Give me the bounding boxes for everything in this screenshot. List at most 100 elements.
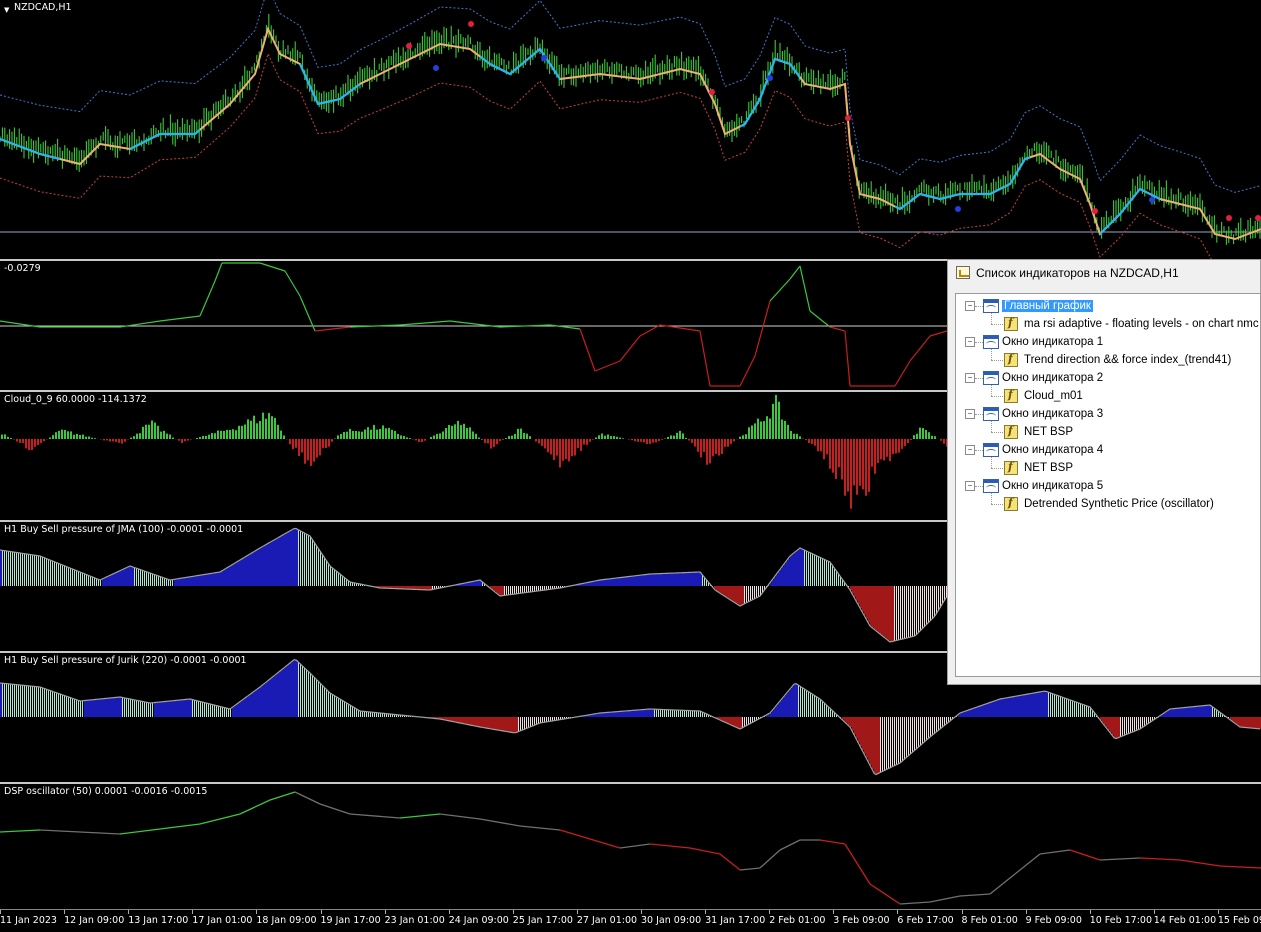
pressure-bar xyxy=(132,567,134,586)
pressure-bar xyxy=(26,686,27,717)
collapse-toggle-icon[interactable]: − xyxy=(965,409,975,419)
tree-indicator-item[interactable]: Cloud_m01 xyxy=(1024,387,1083,405)
pressure-bar xyxy=(828,561,829,586)
collapse-toggle-icon[interactable]: − xyxy=(965,301,975,311)
pressure-bar xyxy=(974,708,976,717)
pressure-bar xyxy=(98,579,99,586)
pressure-bar xyxy=(914,586,915,636)
pressure-bar xyxy=(16,552,17,586)
sell-signal-dot xyxy=(709,89,715,95)
tree-group-indicator-window-5[interactable]: Окно индикатора 5 xyxy=(1002,477,1103,495)
pressure-bar xyxy=(58,693,59,717)
time-axis-tick xyxy=(1218,910,1219,914)
pressure-bar xyxy=(652,574,654,586)
cloud-bar xyxy=(85,437,87,439)
pressure-bar xyxy=(870,717,872,765)
cloud-bar xyxy=(634,439,636,441)
pressure-bar xyxy=(650,574,652,586)
tree-indicator-item[interactable]: Detrended Synthetic Price (oscillator) xyxy=(1024,495,1214,513)
pressure-bar xyxy=(622,577,624,586)
cloud-bar xyxy=(37,439,39,445)
pressure-bar xyxy=(166,701,168,717)
pressure-bar xyxy=(934,586,935,617)
pressure-bar xyxy=(942,717,943,727)
pressure-bar xyxy=(74,570,75,586)
pressure-bar xyxy=(658,709,659,717)
pressure-bar xyxy=(60,564,61,586)
pressure-bar xyxy=(630,711,632,717)
pressure-bar xyxy=(1168,710,1170,717)
dsp-oscillator-canvas[interactable] xyxy=(0,784,1261,909)
cloud-bar xyxy=(94,438,96,439)
tree-group-indicator-window-3[interactable]: Окно индикатора 3 xyxy=(1002,405,1103,423)
pressure-bar xyxy=(520,717,521,731)
cloud-bar xyxy=(577,439,579,448)
pressure-bar xyxy=(120,571,122,586)
pressure-bar xyxy=(38,556,39,586)
cloud-bar xyxy=(322,439,324,448)
pressure-bar xyxy=(288,665,290,717)
cloud-bar xyxy=(826,439,828,454)
trend-force-segment xyxy=(400,321,450,325)
pressure-bar xyxy=(990,703,992,718)
pressure-bar xyxy=(632,710,634,717)
collapse-toggle-icon[interactable]: − xyxy=(965,481,975,491)
pressure-bar xyxy=(642,710,644,717)
cloud-bar xyxy=(337,435,339,439)
cloud-bar xyxy=(76,434,78,439)
tree-indicator-item[interactable]: ma rsi adaptive - floating levels - on c… xyxy=(1024,315,1261,333)
price-chart-canvas[interactable] xyxy=(0,0,1261,259)
cloud-bar xyxy=(79,435,81,439)
pressure-bar xyxy=(92,700,94,717)
pressure-bar xyxy=(684,710,685,717)
indicator-tree[interactable]: − Главный графикma rsi adaptive - floatin… xyxy=(955,293,1261,677)
indicator-list-window[interactable]: Список индикаторов на NZDCAD,H1 − Главный… xyxy=(947,259,1261,685)
pressure-bar xyxy=(138,701,139,717)
tree-group-indicator-window-1[interactable]: Окно индикатора 1 xyxy=(1002,333,1103,351)
pressure-bar xyxy=(140,570,141,587)
tree-group-indicator-window-2[interactable]: Окно индикатора 2 xyxy=(1002,369,1103,387)
tree-indicator-item[interactable]: NET BSP xyxy=(1024,459,1073,477)
pressure-bar xyxy=(220,707,221,718)
pressure-bar xyxy=(500,586,502,596)
collapse-toggle-icon[interactable]: − xyxy=(965,445,975,455)
tree-group-indicator-window-4[interactable]: Окно индикатора 4 xyxy=(1002,441,1103,459)
pressure-bar xyxy=(508,717,510,732)
indicator-function-icon xyxy=(1004,317,1018,331)
tree-indicator-item[interactable]: NET BSP xyxy=(1024,423,1073,441)
dsp-segment xyxy=(40,830,80,832)
main-chart-pane[interactable]: ▼ NZDCAD,H1 xyxy=(0,0,1261,259)
pressure-bar xyxy=(276,539,278,586)
cloud-bar xyxy=(142,427,144,439)
cloud-bar xyxy=(613,436,615,439)
cloud-bar xyxy=(451,426,453,439)
pressure-bar xyxy=(224,570,226,586)
buy-signal-dot xyxy=(1149,197,1155,203)
pressure-bar xyxy=(614,578,616,586)
pressure-bar xyxy=(856,717,858,739)
tree-connector xyxy=(975,486,983,487)
indicator-list-titlebar[interactable]: Список индикаторов на NZDCAD,H1 xyxy=(948,260,1260,286)
pressure-bar xyxy=(140,701,141,717)
tree-connector xyxy=(975,342,983,343)
cloud-bar xyxy=(865,439,867,496)
pressure-bar xyxy=(936,586,937,614)
pressure-bar xyxy=(994,701,996,717)
pressure-bar xyxy=(636,576,638,586)
collapse-toggle-icon[interactable]: − xyxy=(965,373,975,383)
cloud-bar xyxy=(775,395,777,439)
cloud-bar xyxy=(352,431,354,439)
pressure-bar xyxy=(690,711,691,717)
tree-group-main-chart[interactable]: Главный график xyxy=(1002,297,1093,315)
pressure-bar xyxy=(622,711,624,717)
pressure-bar xyxy=(366,712,367,717)
pressure-bar xyxy=(694,572,696,586)
cloud-bar xyxy=(868,439,870,492)
pressure-bar xyxy=(106,577,108,586)
pressure-bar xyxy=(852,717,854,731)
pressure-bar xyxy=(232,708,234,718)
tree-indicator-item[interactable]: Trend direction && force index_(trend41) xyxy=(1024,351,1231,369)
collapse-toggle-icon[interactable]: − xyxy=(965,337,975,347)
pressure-bar xyxy=(1072,701,1073,717)
indicator-window-5[interactable]: DSP oscillator (50) 0.0001 -0.0016 -0.00… xyxy=(0,784,1261,909)
